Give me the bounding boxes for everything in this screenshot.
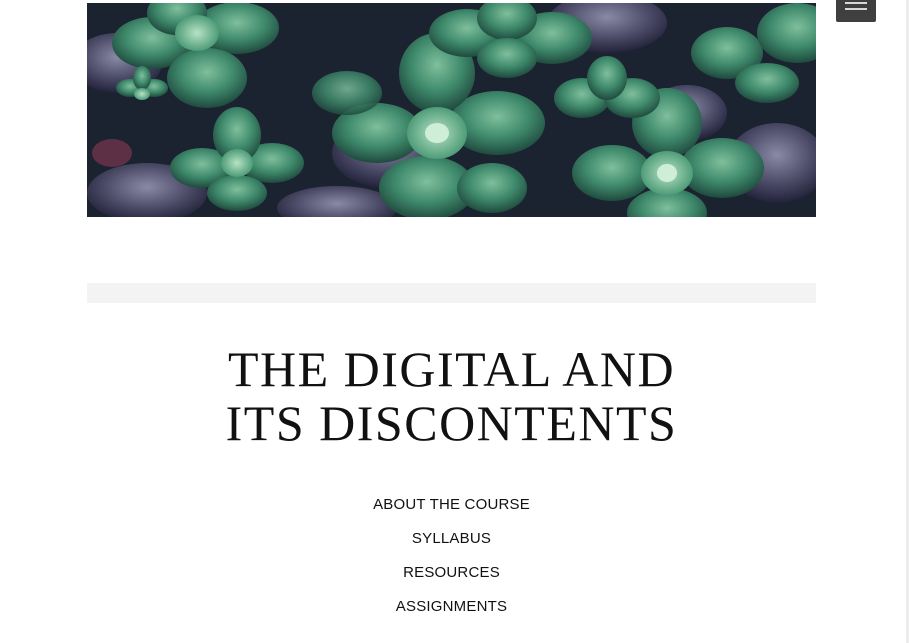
header-image: [87, 3, 816, 217]
site-title[interactable]: THE DIGITAL AND ITS DISCONTENTS: [87, 342, 816, 450]
nav-link-assignments[interactable]: ASSIGNMENTS: [87, 595, 816, 629]
nav-link-label: ABOUT THE COURSE: [373, 496, 530, 513]
main-navigation: ABOUT THE COURSE SYLLABUS RESOURCES ASSI…: [87, 493, 816, 629]
content-divider-band: [87, 283, 816, 303]
site-title-line-1[interactable]: THE DIGITAL AND: [87, 342, 816, 396]
nav-link-label: SYLLABUS: [411, 530, 492, 547]
nav-link-resources[interactable]: RESOURCES: [87, 561, 816, 595]
nav-link-label: ASSIGNMENTS: [395, 598, 508, 615]
nav-link-label: RESOURCES: [403, 564, 500, 581]
page: THE DIGITAL AND ITS DISCONTENTS ABOUT TH…: [0, 0, 909, 643]
menu-toggle-button[interactable]: [836, 0, 876, 22]
nav-link-about-the-course[interactable]: ABOUT THE COURSE: [87, 493, 816, 527]
site-title-line-2[interactable]: ITS DISCONTENTS: [87, 396, 816, 450]
nav-link-syllabus[interactable]: SYLLABUS: [87, 527, 816, 561]
